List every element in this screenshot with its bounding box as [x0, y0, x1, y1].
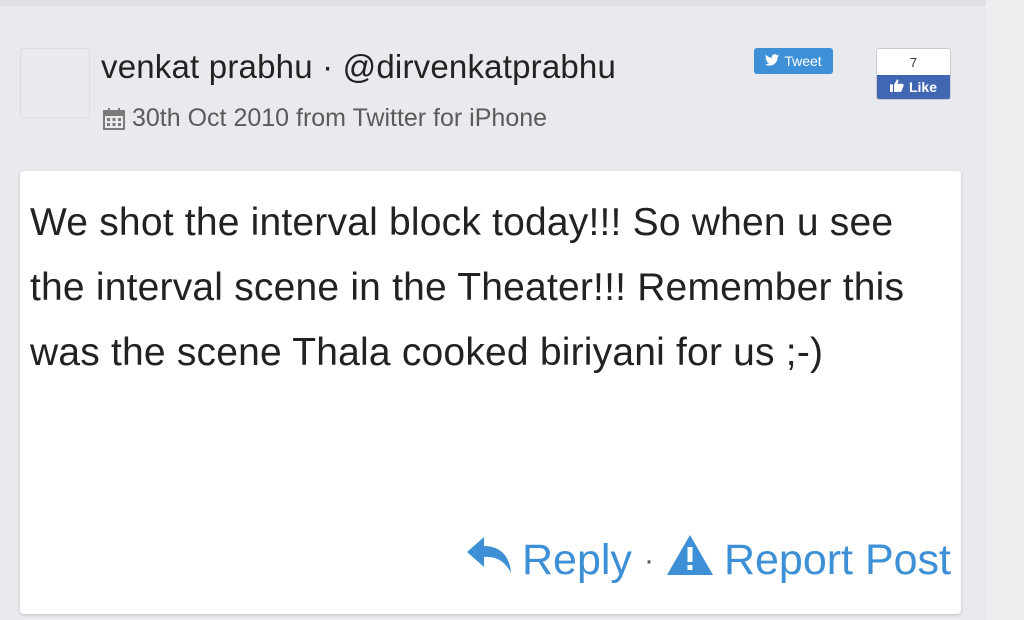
post-meta: 30th Oct 2010 from Twitter for iPhone [102, 104, 547, 133]
post-date: 30th Oct 2010 from Twitter for iPhone [132, 104, 548, 132]
calendar-icon [102, 107, 126, 131]
post-body: We shot the interval block today!!! So w… [30, 201, 905, 374]
like-label: Like [908, 79, 937, 95]
avatar[interactable] [20, 48, 90, 118]
like-count: 7 [909, 54, 918, 70]
reply-arrow-icon [466, 535, 512, 586]
like-button[interactable]: Like [877, 75, 950, 99]
facebook-like-widget[interactable]: 7 Like [876, 48, 951, 100]
tweet-button[interactable]: Tweet [754, 48, 833, 74]
report-post-button[interactable]: Report Post [666, 534, 951, 587]
post-author[interactable]: venkat prabhu · @dirvenkatprabhu [101, 48, 616, 86]
twitter-bird-icon [765, 53, 780, 69]
warning-triangle-icon [666, 534, 714, 587]
post-card: We shot the interval block today!!! So w… [20, 171, 961, 614]
reply-label: Reply [522, 536, 632, 584]
right-edge-strip [986, 0, 1024, 620]
actions-separator: · [643, 543, 654, 577]
thumbs-up-icon [889, 79, 904, 95]
top-divider [0, 0, 1024, 6]
tweet-label: Tweet [784, 53, 822, 69]
report-label: Report Post [723, 536, 951, 584]
post-actions: Reply · Report Post [466, 534, 951, 587]
reply-button[interactable]: Reply [466, 535, 632, 586]
